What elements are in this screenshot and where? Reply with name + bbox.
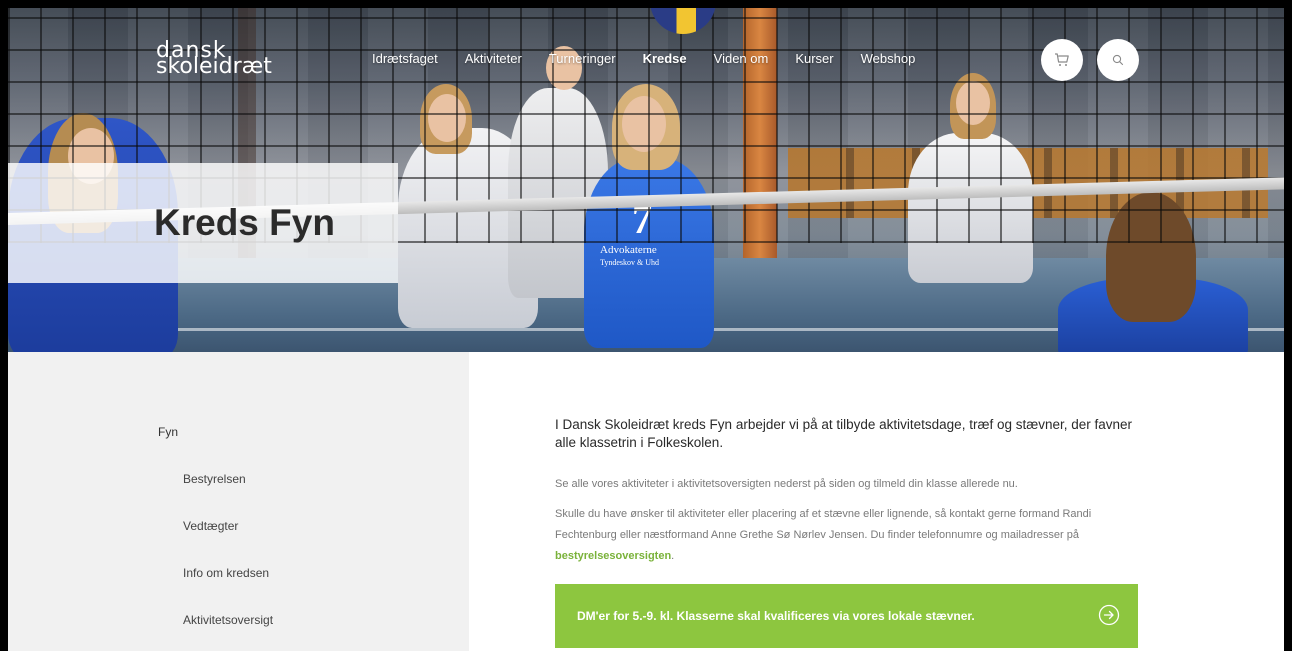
dm-info-label: DM'er for 5.-9. kl. Klasserne skal kvali…	[577, 609, 975, 623]
contact-text: Skulle du have ønsker til aktiviteter el…	[555, 508, 1092, 541]
nav-item-webshop[interactable]: Webshop	[861, 51, 916, 66]
page-frame: 7 AdvokaterneTyndeskov & Uhd Kreds Fyn d…	[8, 8, 1284, 651]
sidebar-item-bestyrelsen[interactable]: Bestyrelsen	[183, 472, 246, 486]
page-title: Kreds Fyn	[154, 202, 335, 243]
cart-icon	[1055, 53, 1069, 66]
search-icon	[1112, 54, 1124, 66]
sidebar: Fyn Bestyrelsen Vedtægter Info om kredse…	[8, 352, 469, 651]
nav-item-idraetsfaget[interactable]: Idrætsfaget	[372, 51, 438, 66]
intro-paragraph: Se alle vores aktiviteter i aktivitetsov…	[555, 478, 1018, 490]
arrow-right-circle-icon	[1098, 604, 1120, 626]
contact-text-end: .	[671, 550, 675, 562]
intro-lead: I Dansk Skoleidræt kreds Fyn arbejder vi…	[555, 417, 1133, 450]
bestyrelse-link[interactable]: bestyrelsesoversigten	[555, 550, 671, 562]
sidebar-item-fyn[interactable]: Fyn	[158, 425, 178, 439]
main-nav: Idrætsfaget Aktiviteter Turneringer Kred…	[372, 51, 915, 66]
dm-info-banner[interactable]: DM'er for 5.-9. kl. Klasserne skal kvali…	[555, 584, 1138, 648]
sidebar-item-info-om-kredsen[interactable]: Info om kredsen	[183, 566, 269, 580]
sidebar-item-vedtaegter[interactable]: Vedtægter	[183, 519, 238, 533]
search-button[interactable]	[1097, 39, 1139, 81]
nav-item-aktiviteter[interactable]: Aktiviteter	[465, 51, 522, 66]
logo-line-2: skoleidræt	[156, 54, 272, 79]
main-content: I Dansk Skoleidræt kreds Fyn arbejder vi…	[469, 352, 1284, 651]
hero-player	[1058, 192, 1248, 352]
nav-item-kredse[interactable]: Kredse	[643, 51, 687, 66]
site-logo[interactable]: dansk skoleidræt	[156, 40, 276, 86]
nav-item-turneringer[interactable]: Turneringer	[549, 51, 616, 66]
sidebar-item-aktivitetsoversigt[interactable]: Aktivitetsoversigt	[183, 613, 273, 627]
jersey-sponsor: Advokaterne Tyndeskov & Uhd	[600, 244, 659, 267]
cart-button[interactable]	[1041, 39, 1083, 81]
contact-paragraph: Skulle du have ønsker til aktiviteter el…	[555, 504, 1135, 567]
nav-item-kurser[interactable]: Kurser	[795, 51, 833, 66]
nav-item-viden-om[interactable]: Viden om	[714, 51, 769, 66]
